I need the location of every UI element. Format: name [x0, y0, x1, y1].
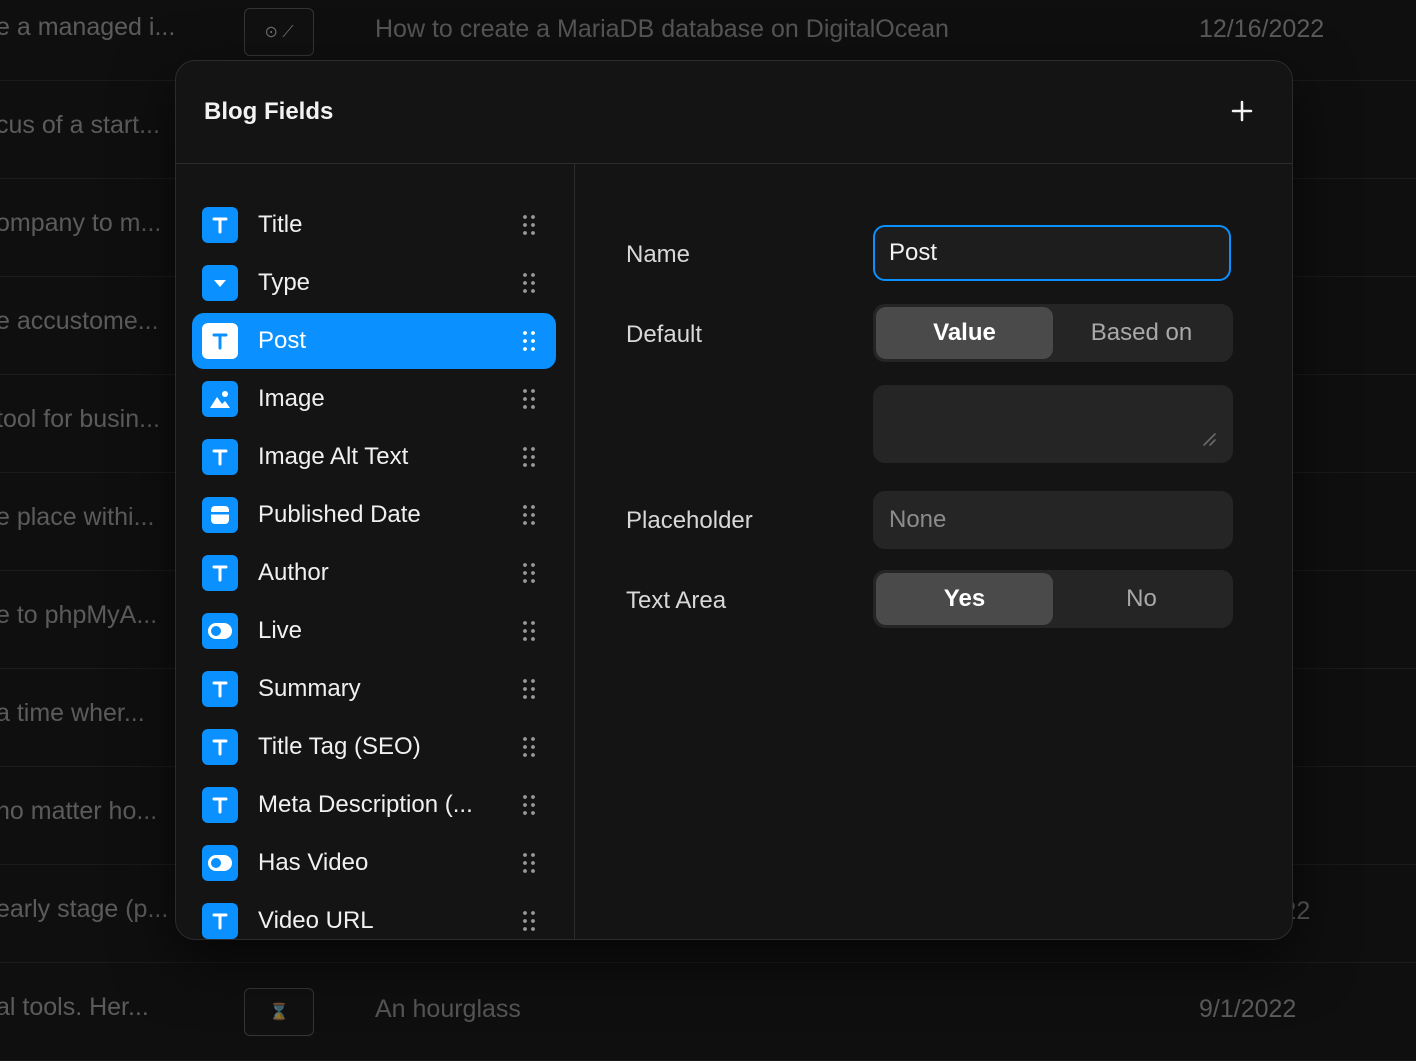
text-type-icon	[202, 207, 238, 243]
drag-handle-icon[interactable]	[522, 388, 536, 410]
text-area-yes-option[interactable]: Yes	[876, 573, 1053, 625]
resize-grip-icon[interactable]	[1201, 431, 1217, 447]
drag-handle-icon[interactable]	[522, 620, 536, 642]
text-type-icon	[202, 439, 238, 475]
text-type-icon	[202, 903, 238, 939]
field-item-has-video[interactable]: Has Video	[192, 835, 556, 891]
row-description: a time wher...	[0, 699, 145, 727]
drag-handle-icon[interactable]	[522, 330, 536, 352]
add-field-button[interactable]	[1226, 95, 1258, 127]
field-label: Summary	[258, 675, 361, 702]
row-date: 12/16/2022	[1199, 15, 1325, 43]
drag-handle-icon[interactable]	[522, 446, 536, 468]
row-description: e to phpMyA...	[0, 601, 158, 629]
row-description: e place withi...	[0, 503, 155, 531]
row-description: e accustome...	[0, 307, 159, 335]
field-label: Video URL	[258, 907, 374, 934]
row-description: early stage (p...	[0, 895, 169, 923]
field-list: Title Type Post Image Image Alt Text Publishe…	[176, 164, 575, 939]
row-description: no matter ho...	[0, 797, 158, 825]
field-label: Type	[258, 269, 311, 296]
field-item-post[interactable]: Post	[192, 313, 556, 369]
text-type-icon	[202, 729, 238, 765]
dropdown-type-icon	[202, 265, 238, 301]
field-item-type[interactable]: Type	[192, 255, 556, 311]
field-item-title-tag-seo[interactable]: Title Tag (SEO)	[192, 719, 556, 775]
drag-handle-icon[interactable]	[522, 504, 536, 526]
field-item-summary[interactable]: Summary	[192, 661, 556, 717]
drag-handle-icon[interactable]	[522, 272, 536, 294]
row-description: e a managed i...	[0, 13, 176, 41]
field-label: Author	[258, 559, 329, 586]
row-description: cus of a start...	[0, 111, 160, 139]
default-value-textarea[interactable]	[873, 385, 1233, 463]
name-label: Name	[626, 241, 691, 268]
toggle-type-icon	[202, 613, 238, 649]
drag-handle-icon[interactable]	[522, 910, 536, 932]
field-label: Live	[258, 617, 303, 644]
table-row[interactable]: al tools. Her... ⌛ An hourglass 9/1/2022	[0, 962, 1416, 1061]
field-item-meta-description[interactable]: Meta Description (...	[192, 777, 556, 833]
field-item-title[interactable]: Title	[192, 197, 556, 253]
date-type-icon	[202, 497, 238, 533]
row-title: How to create a MariaDB database on Digi…	[375, 15, 949, 43]
drag-handle-icon[interactable]	[522, 562, 536, 584]
field-label: Published Date	[258, 501, 421, 528]
field-label: Post	[258, 327, 307, 354]
field-item-published-date[interactable]: Published Date	[192, 487, 556, 543]
drag-handle-icon[interactable]	[522, 214, 536, 236]
blog-fields-modal: Blog Fields Title Type Post Image Image Alt …	[175, 60, 1293, 940]
default-value-option[interactable]: Value	[876, 307, 1053, 359]
placeholder-input[interactable]	[873, 491, 1233, 549]
field-label: Has Video	[258, 849, 369, 876]
row-thumbnail[interactable]: ⊙ ⟋	[244, 8, 314, 56]
field-label: Image	[258, 385, 325, 412]
row-description: ompany to m...	[0, 209, 162, 237]
text-type-icon	[202, 323, 238, 359]
field-item-author[interactable]: Author	[192, 545, 556, 601]
row-description: tool for busin...	[0, 405, 160, 433]
drag-handle-icon[interactable]	[522, 794, 536, 816]
text-area-no-option[interactable]: No	[1053, 573, 1230, 625]
text-type-icon	[202, 555, 238, 591]
plus-icon	[1231, 100, 1253, 122]
name-input[interactable]	[873, 225, 1231, 281]
text-area-segmented-control: Yes No	[873, 570, 1233, 628]
field-label: Title Tag (SEO)	[258, 733, 421, 760]
drag-handle-icon[interactable]	[522, 852, 536, 874]
field-label: Meta Description (...	[258, 791, 473, 818]
field-item-image[interactable]: Image	[192, 371, 556, 427]
default-segmented-control: Value Based on	[873, 304, 1233, 362]
row-date: 9/1/2022	[1199, 995, 1297, 1023]
modal-header: Blog Fields	[176, 61, 1292, 164]
drag-handle-icon[interactable]	[522, 678, 536, 700]
field-label: Title	[258, 211, 303, 238]
row-description: al tools. Her...	[0, 993, 149, 1021]
default-label: Default	[626, 321, 703, 348]
toggle-type-icon	[202, 845, 238, 881]
row-thumbnail[interactable]: ⌛	[244, 988, 314, 1036]
field-label: Image Alt Text	[258, 443, 409, 470]
text-type-icon	[202, 671, 238, 707]
text-area-label: Text Area	[626, 587, 727, 614]
modal-title: Blog Fields	[204, 98, 334, 125]
row-title: An hourglass	[375, 995, 521, 1023]
image-type-icon	[202, 381, 238, 417]
field-item-live[interactable]: Live	[192, 603, 556, 659]
text-type-icon	[202, 787, 238, 823]
default-based-on-option[interactable]: Based on	[1053, 307, 1230, 359]
placeholder-label: Placeholder	[626, 507, 753, 534]
field-item-video-url[interactable]: Video URL	[192, 893, 556, 939]
drag-handle-icon[interactable]	[522, 736, 536, 758]
field-item-image-alt-text[interactable]: Image Alt Text	[192, 429, 556, 485]
